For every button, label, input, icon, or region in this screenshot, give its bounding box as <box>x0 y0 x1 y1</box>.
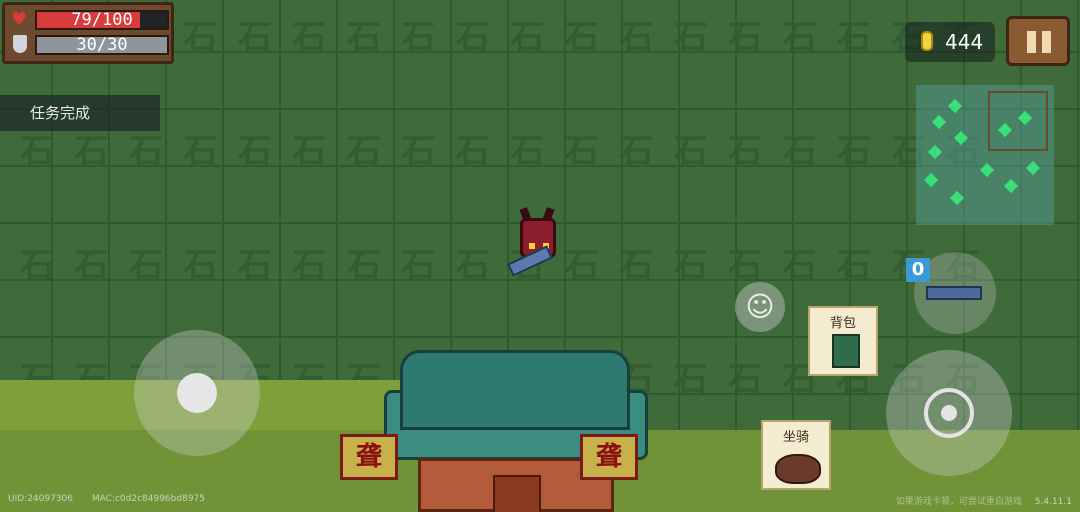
ammo-count: 0 <box>906 258 930 282</box>
minimap-room <box>931 114 947 130</box>
player-character <box>507 207 568 277</box>
pause-button[interactable] <box>1006 16 1070 66</box>
lag-hint-text: 如果游戏卡顿，可尝试重启游戏 <box>895 497 1022 507</box>
coin-counter: 444 <box>905 22 995 62</box>
minimap-room <box>949 190 965 206</box>
mount-button[interactable]: 坐骑 <box>761 420 831 490</box>
heart-icon: ♥ <box>11 9 28 30</box>
quest-complete-button[interactable]: 任务完成 <box>0 95 160 131</box>
version-info: 如果游戏卡顿，可尝试重启游戏 5.4.11.1 <box>896 494 1072 507</box>
temple-banner-left: 聋 <box>340 434 398 480</box>
floor-tile-pattern: 石 石 石 石 石 石 石 石 石 石 石 石 石 石 石 石 石 石 <box>20 246 980 286</box>
temple-door <box>493 475 541 512</box>
minimap-room <box>927 144 943 160</box>
temple-roof <box>400 350 630 430</box>
health-text: 79/100 <box>71 10 133 30</box>
floor-tile-pattern: 石 石 石 石 石 石 石 石 石 石 石 石 石 石 石 石 石 石 <box>20 132 980 172</box>
temple-banner-right: 聋 <box>580 434 638 480</box>
minimap-room <box>979 162 995 178</box>
minimap-current-room <box>988 91 1048 151</box>
coin-icon <box>921 31 933 51</box>
device-info: UID:24097306 MAC:c0d2c84996bd8975 <box>8 494 221 504</box>
move-joystick[interactable] <box>134 330 260 456</box>
status-panel: ♥ 79/100 30/30 <box>2 2 174 64</box>
backpack-label: 背包 <box>829 316 856 331</box>
version-text: 5.4.11.1 <box>1034 497 1072 507</box>
mac-text: MAC:c0d2c84996bd8975 <box>91 494 205 504</box>
crosshair-icon <box>924 388 974 438</box>
minimap-room <box>923 172 939 188</box>
shield-icon <box>13 35 27 53</box>
mount-label: 坐骑 <box>782 430 809 445</box>
minimap-room <box>947 98 963 114</box>
backpack-button[interactable]: 背包 <box>808 306 878 376</box>
minimap[interactable] <box>916 85 1054 225</box>
minimap-room <box>1025 160 1041 176</box>
player-eye <box>529 243 535 249</box>
temple-building: 聋 聋 <box>340 350 690 512</box>
minimap-room <box>1003 178 1019 194</box>
shield-text: 30/30 <box>76 35 128 55</box>
backpack-icon <box>832 334 860 368</box>
attack-button[interactable] <box>886 350 1012 476</box>
joystick-knob[interactable] <box>177 373 217 413</box>
health-bar: 79/100 <box>35 10 169 30</box>
boar-icon <box>775 454 821 484</box>
shield-bar: 30/30 <box>35 35 169 55</box>
smiley-icon[interactable]: ☺ <box>735 282 785 332</box>
coin-count: 444 <box>945 30 984 54</box>
gun-icon <box>926 286 982 300</box>
minimap-room <box>953 130 969 146</box>
uid-text: UID:24097306 <box>8 494 74 504</box>
